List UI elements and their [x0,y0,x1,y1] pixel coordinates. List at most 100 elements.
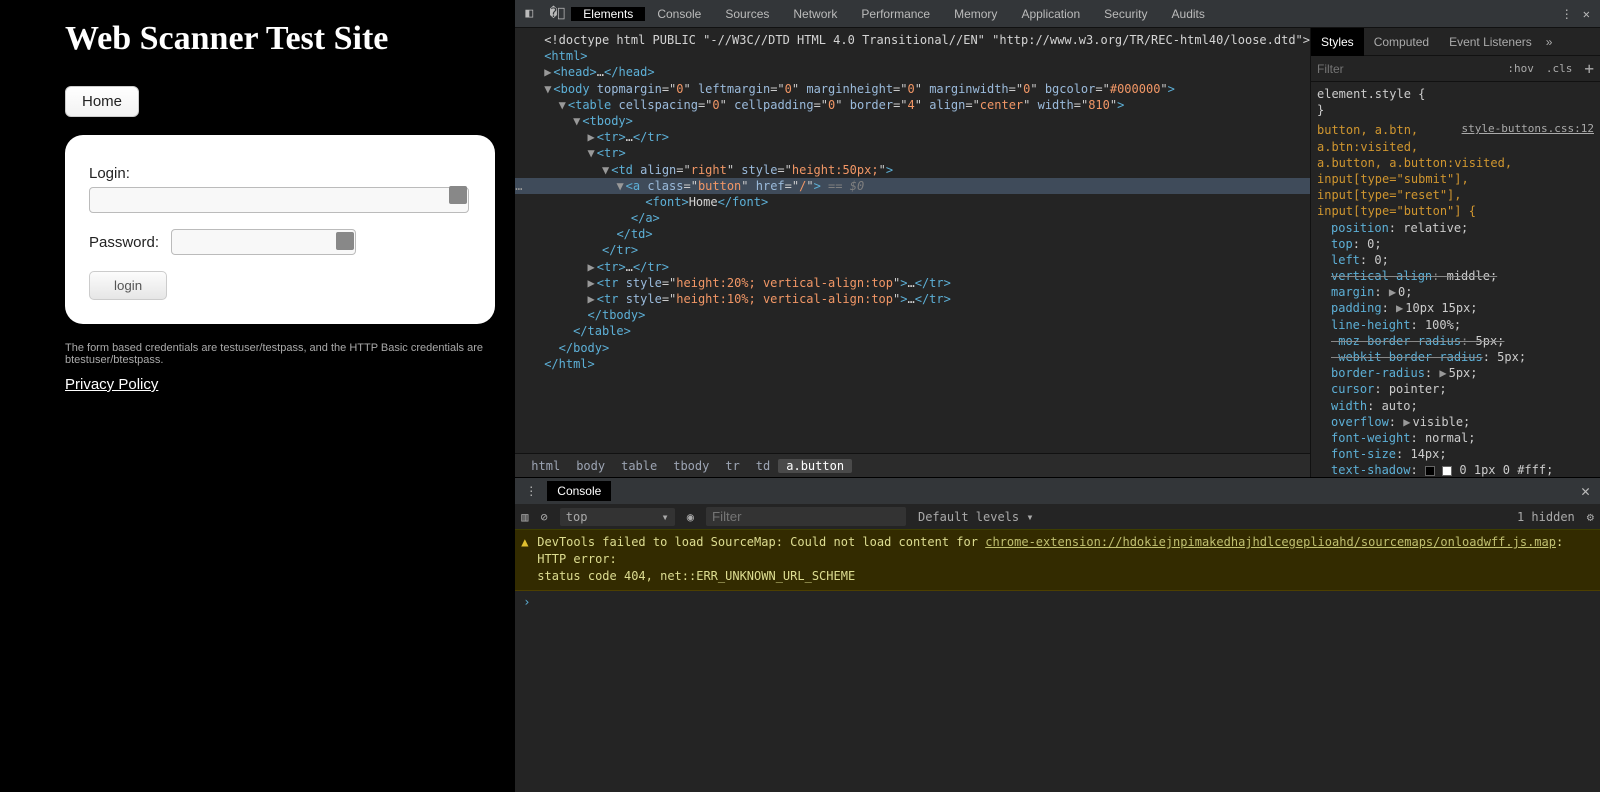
breadcrumb-bar: htmlbodytabletbodytrtda.button [515,453,1310,477]
dom-node[interactable]: ▶<tr>…</tr> [515,129,1310,145]
console-settings-icon[interactable]: ⚙ [1587,510,1594,524]
source-link[interactable]: style-buttons.css:12 [1462,122,1594,137]
password-manager-icon[interactable] [449,186,467,204]
clear-console-icon[interactable]: ⊘ [541,510,548,524]
dom-tree[interactable]: <!doctype html PUBLIC "-//W3C//DTD HTML … [515,28,1310,453]
console-tab[interactable]: Console [547,481,611,501]
css-property[interactable]: vertical-align: middle; [1317,268,1594,284]
console-drawer: ⋮ Console ✕ ▥ ⊘ top ▾ ◉ Default levels ▾… [515,477,1600,792]
css-property[interactable]: text-shadow: 0 1px 0 #fff; [1317,462,1594,477]
styles-tab-styles[interactable]: Styles [1311,28,1364,56]
css-property[interactable]: margin: ▶0; [1317,284,1594,300]
styles-tab-event-listeners[interactable]: Event Listeners [1439,28,1542,56]
home-button[interactable]: Home [65,86,139,117]
console-sidebar-toggle-icon[interactable]: ▥ [521,510,528,524]
dom-node[interactable]: </tbody> [515,307,1310,323]
breadcrumb-item[interactable]: body [568,459,613,473]
css-property[interactable]: position: relative; [1317,220,1594,236]
dom-node[interactable]: ▼<td align="right" style="height:50px;"> [515,162,1310,178]
breadcrumb-item[interactable]: html [523,459,568,473]
breadcrumb-item[interactable]: tbody [665,459,717,473]
devtools-tab-memory[interactable]: Memory [942,7,1009,21]
hov-toggle[interactable]: :hov [1501,62,1540,75]
devtools-tab-sources[interactable]: Sources [713,7,781,21]
css-property[interactable]: overflow: ▶visible; [1317,414,1594,430]
login-button[interactable]: login [89,271,167,300]
styles-pane: StylesComputedEvent Listeners » :hov .cls… [1310,28,1600,477]
devtools-tab-application[interactable]: Application [1009,7,1092,21]
dom-node[interactable]: ▶<head>…</head> [515,64,1310,80]
css-property[interactable]: -webkit-border-radius: 5px; [1317,349,1594,365]
css-property[interactable]: cursor: pointer; [1317,381,1594,397]
css-property[interactable]: left: 0; [1317,252,1594,268]
css-property[interactable]: top: 0; [1317,236,1594,252]
close-drawer-icon[interactable]: ✕ [1571,482,1600,500]
styles-tab-computed[interactable]: Computed [1364,28,1439,56]
dom-node[interactable]: ▶<tr style="height:10%; vertical-align:t… [515,291,1310,307]
dom-node[interactable]: <font>Home</font> [515,194,1310,210]
cls-toggle[interactable]: .cls [1540,62,1579,75]
css-property[interactable]: padding: ▶10px 15px; [1317,300,1594,316]
css-property[interactable]: -moz-border-radius: 5px; [1317,333,1594,349]
dom-node[interactable]: ▼<body topmargin="0" leftmargin="0" marg… [515,81,1310,97]
devtools-tab-elements[interactable]: Elements [571,7,645,21]
dom-node[interactable]: ▼<table cellspacing="0" cellpadding="0" … [515,97,1310,113]
dom-node[interactable]: ▼<tbody> [515,113,1310,129]
drawer-more-icon[interactable]: ⋮ [515,484,547,498]
devtools-tab-network[interactable]: Network [781,7,849,21]
privacy-policy-link[interactable]: Privacy Policy [65,376,158,393]
more-icon[interactable]: ⋮ [1561,7,1573,21]
console-prompt[interactable]: › [515,591,1600,613]
dom-node[interactable]: <!doctype html PUBLIC "-//W3C//DTD HTML … [515,32,1310,48]
login-label: Login: [89,165,130,182]
context-label: top [566,510,588,524]
hidden-count: 1 hidden [1517,510,1575,524]
dom-node[interactable]: ▼<tr> [515,145,1310,161]
login-card: Login: Password: login [65,135,495,324]
dom-node[interactable]: <html> [515,48,1310,64]
password-input[interactable] [171,229,356,255]
dom-node[interactable]: ▶<tr style="height:20%; vertical-align:t… [515,275,1310,291]
more-tabs-icon[interactable]: » [1546,35,1553,49]
dom-node[interactable]: </a> [515,210,1310,226]
warning-icon: ▲ [521,534,528,551]
console-context-select[interactable]: top ▾ [560,508,675,526]
devtools-tab-performance[interactable]: Performance [849,7,942,21]
breadcrumb-item[interactable]: table [613,459,665,473]
chevron-down-icon: ▾ [1026,510,1033,524]
sourcemap-link[interactable]: chrome-extension://hdokiejnpimakedhajhdl… [985,535,1556,549]
devtools-tab-console[interactable]: Console [645,7,713,21]
dom-node[interactable]: </tr> [515,242,1310,258]
css-property[interactable]: border-radius: ▶5px; [1317,365,1594,381]
devtools-tab-security[interactable]: Security [1092,7,1159,21]
devtools-tab-audits[interactable]: Audits [1160,7,1217,21]
css-property[interactable]: font-weight: normal; [1317,430,1594,446]
breadcrumb-item[interactable]: a.button [778,459,852,473]
dom-node[interactable]: ▶<tr>…</tr> [515,259,1310,275]
breadcrumb-item[interactable]: td [748,459,778,473]
chevron-down-icon: ▾ [662,510,669,524]
site-title: Web Scanner Test Site [65,20,515,58]
dom-node[interactable]: </body> [515,340,1310,356]
console-filter-input[interactable] [706,507,906,526]
password-manager-icon[interactable] [336,232,354,250]
dom-node[interactable]: </html> [515,356,1310,372]
css-property[interactable]: width: auto; [1317,398,1594,414]
dom-node[interactable]: </td> [515,226,1310,242]
styles-filter-input[interactable] [1311,62,1501,76]
new-style-rule-icon[interactable]: + [1578,59,1600,78]
device-mode-icon[interactable]: �⃞ [543,6,571,21]
css-property[interactable]: font-size: 14px; [1317,446,1594,462]
css-property[interactable]: line-height: 100%; [1317,317,1594,333]
dom-node[interactable]: … ▼<a class="button" href="/"> == $0 [515,178,1310,194]
credentials-help-text: The form based credentials are testuser/… [65,342,515,366]
live-expression-icon[interactable]: ◉ [687,510,694,524]
inspect-icon[interactable]: ◧ [515,6,543,21]
breadcrumb-item[interactable]: tr [717,459,747,473]
devtools-tabs: ◧ �⃞ ElementsConsoleSourcesNetworkPerfor… [515,0,1600,28]
log-levels-select[interactable]: Default levels ▾ [918,510,1034,524]
close-devtools-icon[interactable]: ✕ [1583,7,1590,21]
login-input[interactable] [89,187,469,213]
dom-node[interactable]: </table> [515,323,1310,339]
rendered-page: Web Scanner Test Site Home Login: Passwo… [0,0,515,792]
